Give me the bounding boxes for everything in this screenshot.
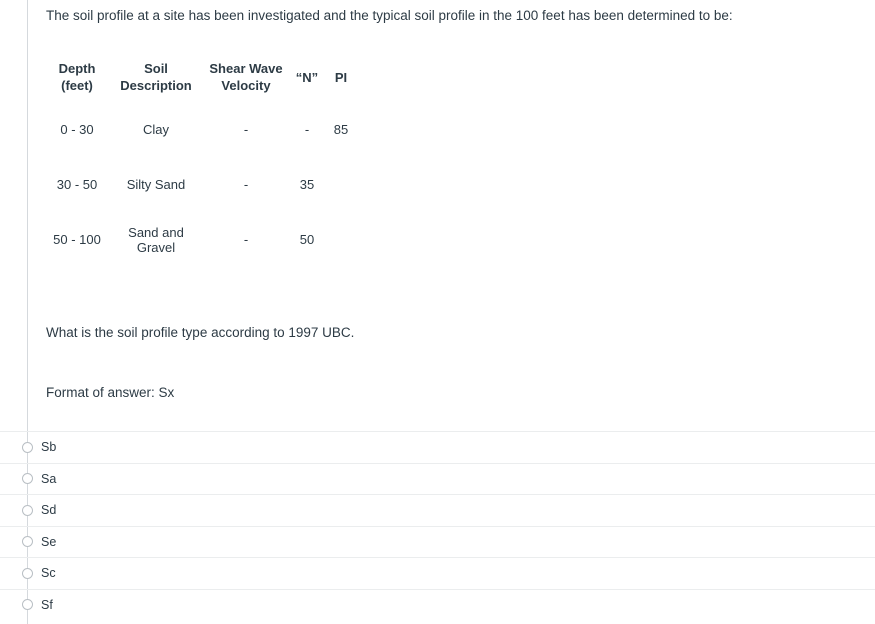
answer-option-label: Sc [41, 566, 56, 580]
cell-depth: 50 - 100 [53, 232, 101, 247]
answer-option-sf[interactable]: Sf [0, 588, 875, 621]
column-header-depth-line2: (feet) [61, 78, 93, 93]
column-header-shear-line1: Shear Wave [209, 61, 283, 76]
answer-option-label: Se [41, 534, 57, 549]
answer-option-se[interactable]: Se [0, 525, 875, 558]
cell-shear-wave-velocity: - [243, 122, 249, 137]
answer-option-sc[interactable]: Sc [0, 557, 875, 589]
radio-button-icon[interactable] [22, 441, 33, 453]
column-header-soil-description: Soil Description [120, 61, 192, 93]
column-header-depth-line1: Depth [58, 61, 96, 76]
question-intro-text: The soil profile at a site has been inve… [46, 8, 733, 23]
column-header-pi: PI [334, 69, 348, 85]
cell-depth: 0 - 30 [60, 122, 94, 137]
cell-n-value: - [304, 122, 310, 137]
cell-shear-wave-velocity: - [243, 232, 249, 247]
table-row: 50 - 100 Sand and Gravel - 50 [46, 212, 356, 267]
radio-button-icon[interactable] [22, 473, 33, 485]
radio-button-icon[interactable] [22, 567, 33, 579]
answer-option-sd[interactable]: Sd [0, 494, 875, 526]
cell-description: Clay [142, 122, 169, 137]
column-header-shear-wave-velocity: Shear Wave Velocity [204, 52, 288, 102]
cell-n-value: 50 [299, 232, 315, 247]
radio-button-icon[interactable] [22, 536, 33, 548]
table-body: 0 - 30 Clay - - 85 30 - 50 Silty Sand - … [46, 102, 356, 267]
table-row: 30 - 50 Silty Sand - 35 [46, 157, 356, 212]
cell-pi [326, 157, 356, 212]
cell-n-value: 35 [299, 177, 315, 192]
column-header-depth: Depth (feet) [46, 52, 108, 102]
column-header-n-value: “N” [295, 69, 319, 85]
answer-options-list: Sb Sa Sd Se Sc Sf [0, 431, 875, 620]
answer-option-sa[interactable]: Sa [0, 462, 875, 495]
table-header-row: Depth (feet) Soil Description Shear Wave… [46, 52, 356, 102]
cell-depth: 30 - 50 [56, 177, 98, 192]
answer-format-hint: Format of answer: Sx [46, 385, 175, 400]
answer-option-sb[interactable]: Sb [0, 431, 875, 463]
cell-description: Silty Sand [126, 177, 186, 192]
cell-description: Sand and Gravel [128, 224, 184, 255]
cell-pi: 85 [333, 122, 349, 137]
radio-button-icon[interactable] [22, 599, 33, 611]
radio-button-icon[interactable] [22, 504, 33, 516]
column-header-shear-line2: Velocity [221, 78, 271, 93]
cell-pi [326, 212, 356, 267]
table-row: 0 - 30 Clay - - 85 [46, 102, 356, 157]
answer-option-label: Sd [41, 503, 57, 517]
question-prompt-text: What is the soil profile type according … [46, 325, 355, 340]
answer-option-label: Sf [41, 597, 53, 612]
soil-profile-table: Depth (feet) Soil Description Shear Wave… [46, 52, 356, 267]
answer-option-label: Sa [41, 471, 57, 486]
answer-option-label: Sb [41, 440, 57, 454]
cell-shear-wave-velocity: - [243, 177, 249, 192]
